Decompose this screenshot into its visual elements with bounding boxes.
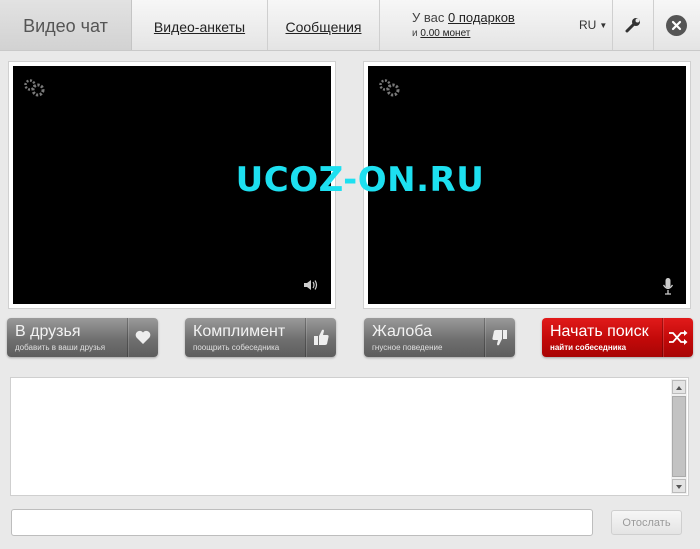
nav-video-profiles[interactable]: Видео-анкеты	[132, 0, 268, 50]
nav-messages[interactable]: Сообщения	[268, 0, 380, 50]
compliment-sublabel: поощрить собеседника	[193, 343, 280, 352]
compliment-label: Комплимент	[193, 323, 286, 340]
thumbs-down-icon	[484, 318, 515, 357]
gear-icon[interactable]	[378, 78, 404, 100]
coins-prefix: и	[412, 28, 418, 39]
speaker-icon[interactable]	[303, 278, 319, 292]
gifts-prefix: У вас	[412, 10, 445, 25]
start-search-button[interactable]: Начать поиск найти собеседника	[542, 318, 693, 357]
complaint-sublabel: гнусное поведение	[372, 343, 443, 352]
top-bar: Видео чат Видео-анкеты Сообщения У вас 0…	[0, 0, 700, 51]
divider	[612, 0, 613, 50]
heart-icon	[127, 318, 158, 357]
language-select[interactable]: RU ▼	[579, 18, 607, 32]
shuffle-icon	[662, 318, 693, 357]
divider	[653, 0, 654, 50]
scroll-up-button[interactable]	[672, 380, 686, 394]
thumbs-up-icon	[305, 318, 336, 357]
chat-log[interactable]	[10, 377, 689, 496]
complaint-label: Жалоба	[372, 323, 432, 340]
compliment-button[interactable]: Комплимент поощрить собеседника	[185, 318, 336, 357]
start-search-label: Начать поиск	[550, 323, 649, 340]
coins-link[interactable]: 0.00 монет	[420, 28, 470, 39]
gear-icon[interactable]	[23, 78, 49, 100]
scroll-thumb[interactable]	[672, 396, 686, 477]
scroll-down-button[interactable]	[672, 479, 686, 493]
add-friend-label: В друзья	[15, 323, 81, 340]
message-input[interactable]	[11, 509, 593, 536]
tab-video-chat[interactable]: Видео чат	[0, 0, 132, 50]
gifts-info: У вас 0 подарков и 0.00 монет	[412, 10, 572, 42]
chat-scrollbar[interactable]	[671, 379, 687, 494]
language-value: RU	[579, 18, 597, 32]
microphone-icon[interactable]	[662, 277, 674, 295]
add-friend-button[interactable]: В друзья добавить в ваши друзья	[7, 318, 158, 357]
gifts-link[interactable]: 0 подарков	[448, 10, 515, 25]
send-button[interactable]: Отослать	[611, 510, 682, 535]
close-icon[interactable]	[666, 15, 687, 36]
start-search-sublabel: найти собеседника	[550, 343, 627, 352]
complaint-button[interactable]: Жалоба гнусное поведение	[364, 318, 515, 357]
add-friend-sublabel: добавить в ваши друзья	[15, 343, 106, 352]
wrench-icon[interactable]	[624, 16, 642, 34]
chevron-down-icon: ▼	[599, 21, 608, 30]
watermark: UCOZ-ON.RU	[235, 160, 485, 200]
